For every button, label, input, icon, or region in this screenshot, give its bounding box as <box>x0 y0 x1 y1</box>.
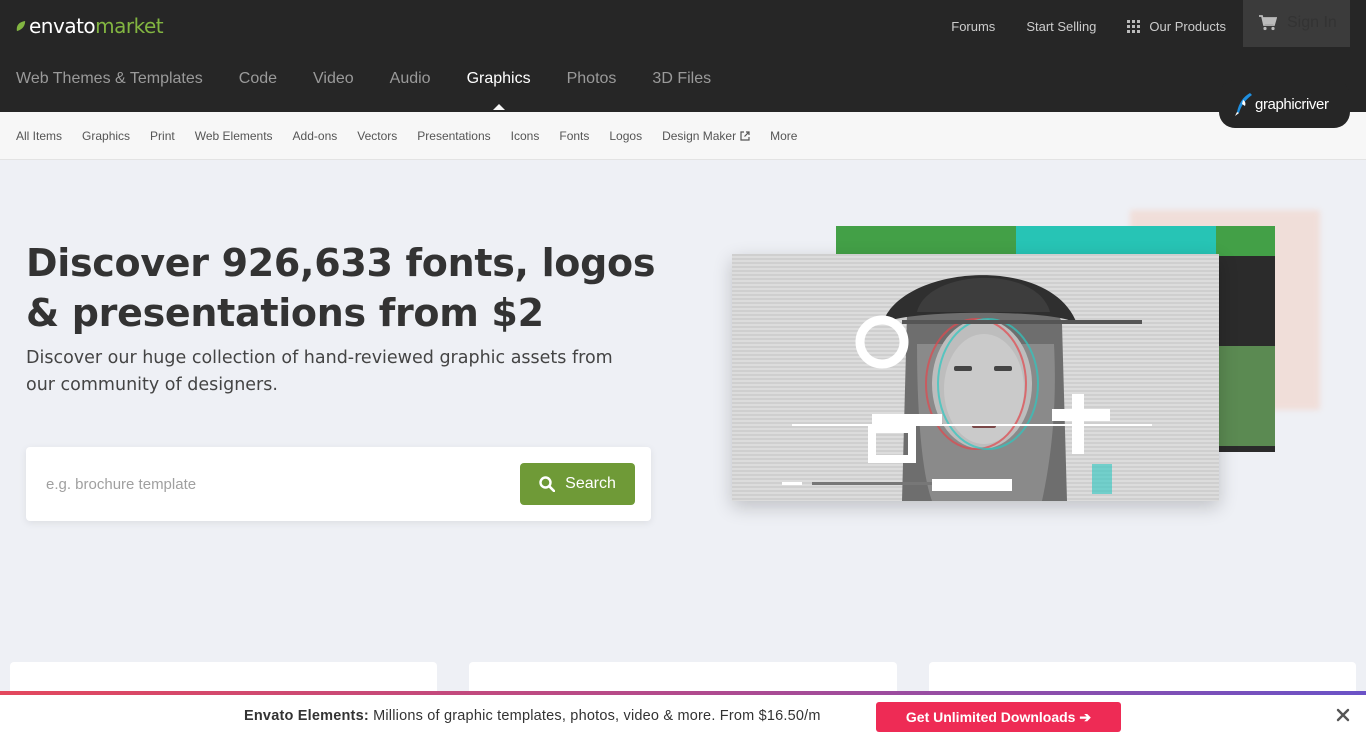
sign-in-link[interactable]: Sign In <box>1287 14 1337 32</box>
nav-web-themes-templates[interactable]: Web Themes & Templates <box>16 70 203 88</box>
banner-lead: Envato Elements: <box>244 708 369 724</box>
top-links: Forums Start Selling Our Products Sign I… <box>920 0 1350 52</box>
start-selling-link[interactable]: Start Selling <box>1026 19 1096 34</box>
graphicriver-badge[interactable]: graphicriver <box>1219 80 1350 128</box>
banner-description: Millions of graphic templates, photos, v… <box>368 708 821 724</box>
nav-photos[interactable]: Photos <box>567 70 617 88</box>
logo-word-market: market <box>95 14 164 38</box>
search-box: Search <box>26 447 651 521</box>
subnav-presentations[interactable]: Presentations <box>417 129 490 143</box>
subnav-fonts[interactable]: Fonts <box>559 129 589 143</box>
logo-word-envato: envato <box>29 14 96 38</box>
forums-link[interactable]: Forums <box>951 19 995 34</box>
subnav-vectors[interactable]: Vectors <box>357 129 397 143</box>
sub-nav: All Items Graphics Print Web Elements Ad… <box>0 112 1366 160</box>
nav-video[interactable]: Video <box>313 70 354 88</box>
grid-icon <box>1127 19 1141 33</box>
search-button[interactable]: Search <box>520 463 635 505</box>
external-link-icon <box>740 130 750 141</box>
nav-graphics[interactable]: Graphics <box>467 70 531 110</box>
cart-icon[interactable] <box>1259 15 1277 31</box>
subnav-all-items[interactable]: All Items <box>16 129 62 143</box>
search-button-label: Search <box>565 475 616 492</box>
banner-gradient-line <box>0 691 1366 695</box>
subnav-more[interactable]: More <box>770 129 797 143</box>
nav-code[interactable]: Code <box>239 70 277 88</box>
subnav-logos[interactable]: Logos <box>609 129 642 143</box>
top-bar: envato market Forums Start Selling Our Pr… <box>0 0 1366 112</box>
leaf-icon <box>16 20 26 31</box>
get-unlimited-downloads-button[interactable]: Get Unlimited Downloads ➔ <box>876 702 1121 732</box>
envato-market-logo[interactable]: envato market <box>16 14 164 38</box>
nav-3d-files[interactable]: 3D Files <box>652 70 711 88</box>
search-input[interactable] <box>46 469 516 499</box>
subnav-add-ons[interactable]: Add-ons <box>293 129 338 143</box>
banner-text: Envato Elements: Millions of graphic tem… <box>244 708 821 724</box>
close-icon[interactable] <box>1335 707 1351 723</box>
sign-in-area: Sign In <box>1243 0 1350 47</box>
subnav-graphics[interactable]: Graphics <box>82 129 130 143</box>
hero-title: Discover 926,633 fonts, logos & presenta… <box>26 241 656 335</box>
search-icon <box>539 476 556 492</box>
graphicriver-label: graphicriver <box>1255 95 1329 113</box>
our-products-label: Our Products <box>1149 18 1226 34</box>
glitch-portrait-image <box>732 254 1219 501</box>
nav-audio[interactable]: Audio <box>390 70 431 88</box>
hero-subtitle: Discover our huge collection of hand-rev… <box>26 348 613 395</box>
subnav-icons[interactable]: Icons <box>511 129 540 143</box>
subnav-print[interactable]: Print <box>150 129 175 143</box>
main-nav: Web Themes & Templates Code Video Audio … <box>16 70 747 110</box>
quill-icon <box>1235 93 1252 116</box>
elements-promo-banner: Envato Elements: Millions of graphic tem… <box>0 691 1366 741</box>
subnav-design-maker[interactable]: Design Maker <box>662 129 750 143</box>
our-products-link[interactable]: Our Products <box>1127 19 1226 34</box>
hero-image-portrait <box>732 254 1219 501</box>
design-maker-label: Design Maker <box>662 128 737 143</box>
subnav-web-elements[interactable]: Web Elements <box>195 129 273 143</box>
